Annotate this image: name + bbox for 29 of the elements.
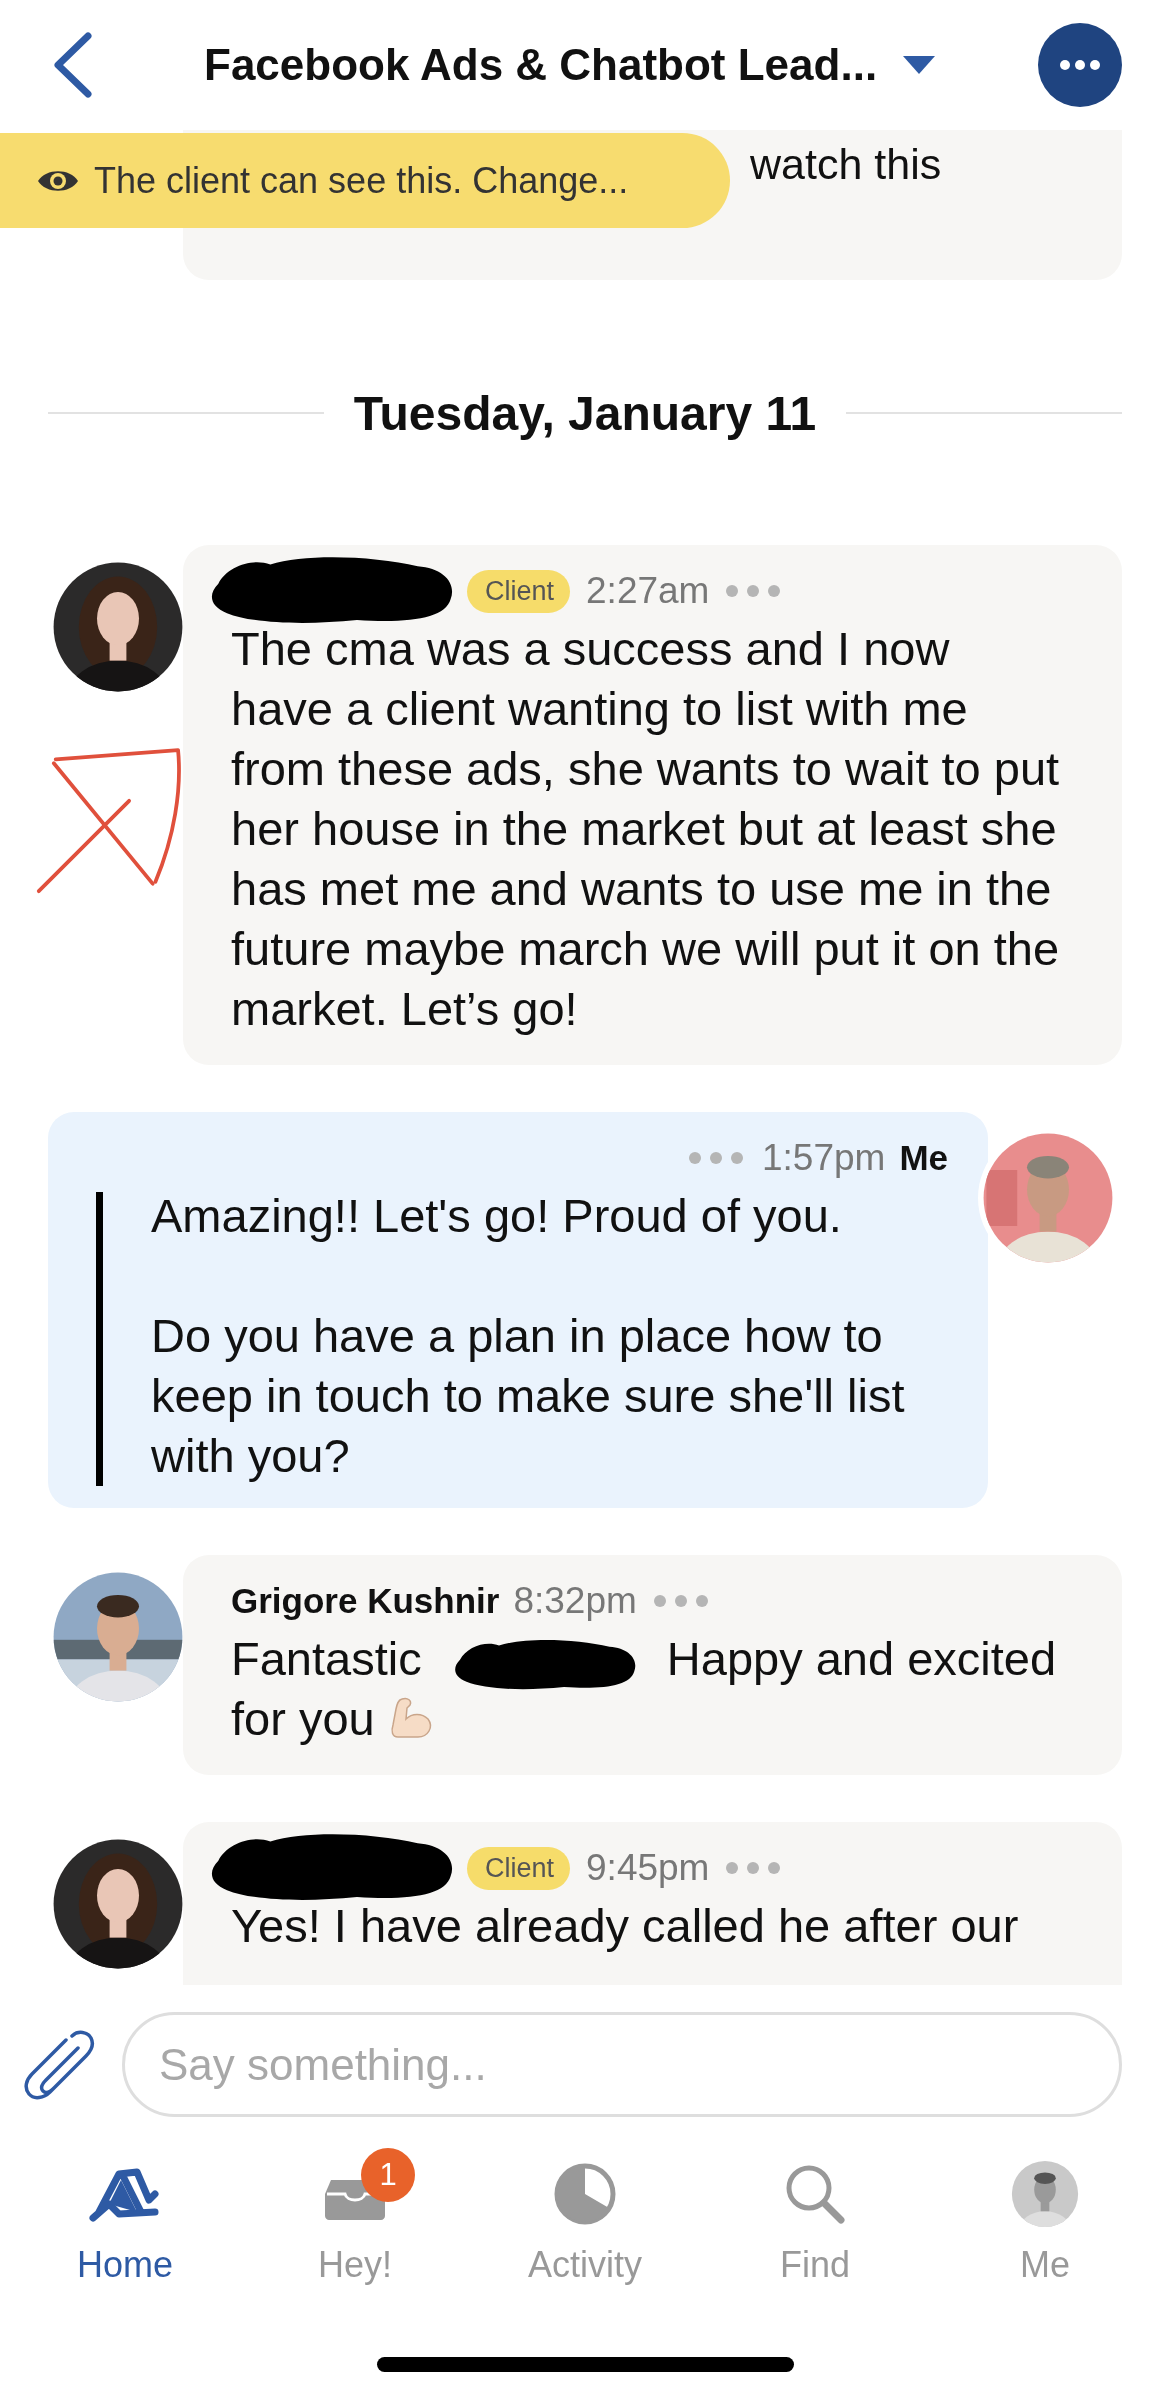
message-text: Amazing!! Let's go! Proud of you. (151, 1189, 842, 1242)
role-badge: Client (467, 569, 571, 613)
tab[interactable]: Hey! 1 (255, 2140, 455, 2320)
role-badge: Client (467, 1846, 571, 1890)
timestamp: 1:57pm (761, 1137, 886, 1179)
tab[interactable]: Me (945, 2140, 1145, 2320)
tab[interactable]: Activity (485, 2140, 685, 2320)
message-text: for you (231, 1692, 375, 1745)
message-text: Do you have a plan in place how to keep in touch to make sure she'll list with you? (151, 1309, 905, 1482)
banner-text: The client can see this. Change... (94, 159, 629, 202)
notification-badge: 1 (361, 2148, 415, 2202)
more-icon (1060, 60, 1100, 70)
author-name: Grigore Kushnir (231, 1581, 500, 1621)
author-name: Me (899, 1138, 948, 1178)
timestamp: 8:32pm (513, 1580, 637, 1622)
message-text: Fantastic (231, 1632, 422, 1685)
message-text: Happy and excited (666, 1632, 1057, 1685)
timestamp: 9:45pm (586, 1847, 710, 1889)
tab[interactable]: Find (715, 2140, 915, 2320)
date-label: Tuesday, January 11 (352, 385, 818, 441)
message-input-field[interactable]: Say something... (122, 2012, 1122, 2117)
message-text: watch this (750, 140, 942, 189)
tab[interactable]: Home (25, 2140, 225, 2320)
chat-title: Facebook Ads & Chatbot Lead... (204, 40, 878, 90)
caret-icon[interactable] (903, 56, 936, 74)
message-text: The cma was a success and I now have a client wanting to list with me from these ads, she wants to wait to put her house in the market but at least she has met me and wants to use me in the future maybe march we will put it on the market. Let’s go! (231, 622, 1060, 1035)
timestamp: 2:27am (586, 570, 710, 612)
message-text: Yes! I have already called he after our (231, 1899, 1019, 1952)
visibility-banner[interactable]: The client can see this. Change... (0, 133, 730, 228)
